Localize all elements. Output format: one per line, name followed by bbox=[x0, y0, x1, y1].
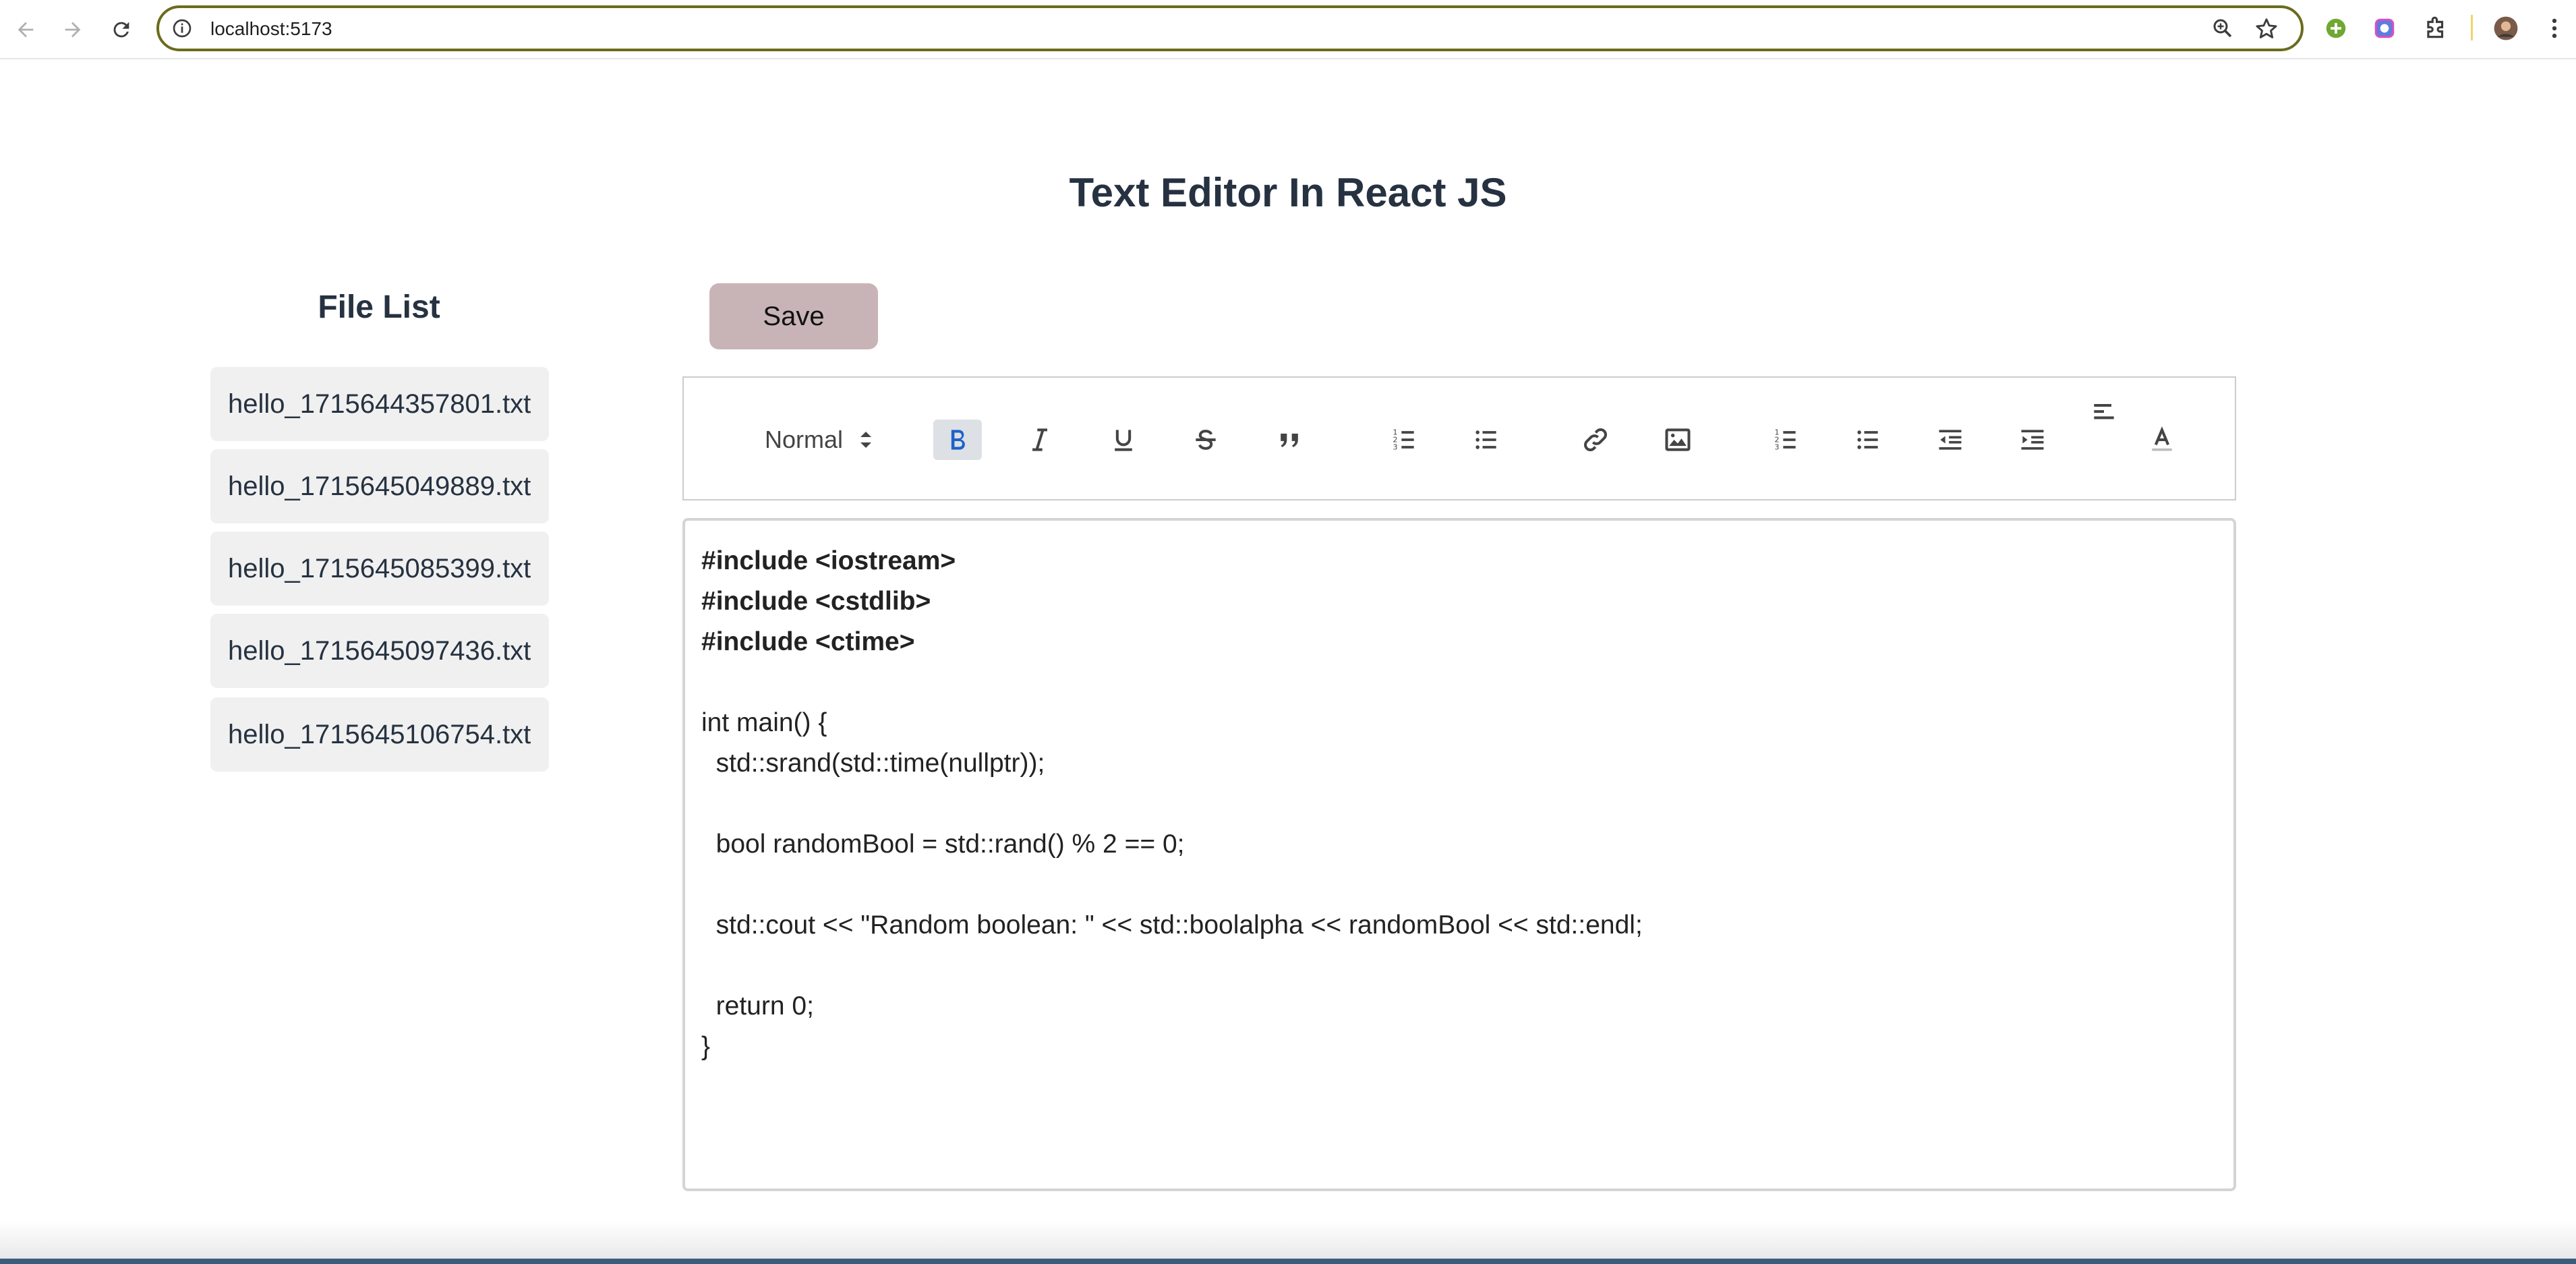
browser-toolbar: localhost:5173 bbox=[0, 0, 2576, 59]
editor-line: #include <iostream> bbox=[701, 546, 956, 575]
color-picker-icon bbox=[2374, 18, 2395, 38]
toolbar-divider bbox=[2471, 15, 2473, 40]
bullet-list-icon bbox=[1475, 430, 1496, 449]
underline-icon bbox=[1115, 430, 1132, 451]
text-color-icon bbox=[2152, 426, 2172, 451]
arrow-left-icon bbox=[18, 22, 34, 38]
ordered-list-button-2[interactable]: 123 bbox=[1761, 420, 1810, 460]
bullet-list-button[interactable] bbox=[1462, 420, 1511, 460]
file-list-item[interactable]: hello_1715644357801.txt bbox=[210, 367, 549, 441]
file-list-title: File List bbox=[318, 289, 440, 325]
italic-button[interactable] bbox=[1016, 420, 1064, 460]
profile-button[interactable] bbox=[2491, 13, 2521, 43]
link-icon bbox=[1584, 428, 1607, 451]
bullet-list-button-2[interactable] bbox=[1844, 420, 1892, 460]
svg-text:3: 3 bbox=[1775, 443, 1780, 452]
bookmark-star-icon[interactable] bbox=[2254, 16, 2279, 42]
bold-icon bbox=[951, 430, 965, 450]
arrow-right-icon bbox=[65, 22, 81, 38]
file-list-item[interactable]: hello_1715645097436.txt bbox=[210, 614, 549, 688]
editor-toolbar: Normal 123 123 bbox=[682, 376, 2236, 500]
text-color-button[interactable] bbox=[2138, 420, 2186, 460]
forward-button[interactable] bbox=[57, 13, 89, 46]
indent-increase-icon bbox=[2021, 430, 2044, 450]
zoom-icon[interactable] bbox=[2211, 16, 2235, 40]
align-left-icon bbox=[2094, 403, 2114, 420]
page-bottom-shadow bbox=[0, 1221, 2576, 1264]
url-text: localhost:5173 bbox=[210, 18, 332, 39]
avatar bbox=[2494, 16, 2518, 40]
reload-icon bbox=[113, 22, 129, 38]
ordered-list-button[interactable]: 123 bbox=[1380, 420, 1428, 460]
ordered-list-icon: 123 bbox=[1775, 428, 1796, 452]
save-button[interactable]: Save bbox=[709, 283, 878, 349]
strikethrough-icon bbox=[1196, 430, 1216, 450]
image-icon bbox=[1665, 428, 1691, 451]
blockquote-button[interactable] bbox=[1265, 420, 1314, 460]
plus-circle-icon bbox=[2326, 18, 2346, 38]
bullet-list-icon bbox=[1857, 430, 1878, 449]
header-select-value: Normal bbox=[765, 426, 844, 453]
file-list-item[interactable]: hello_1715645049889.txt bbox=[210, 449, 549, 523]
svg-text:3: 3 bbox=[1393, 443, 1398, 452]
reload-button[interactable] bbox=[105, 13, 138, 46]
puzzle-icon bbox=[2427, 16, 2444, 38]
underline-button[interactable] bbox=[1099, 420, 1148, 460]
address-bar[interactable]: localhost:5173 bbox=[156, 5, 2304, 51]
link-button[interactable] bbox=[1571, 420, 1620, 460]
header-select[interactable]: Normal bbox=[765, 420, 886, 460]
quote-icon bbox=[1281, 433, 1298, 447]
site-info-icon[interactable] bbox=[171, 18, 193, 39]
editor-line: #include <ctime> bbox=[701, 627, 915, 656]
ordered-list-icon: 123 bbox=[1393, 428, 1414, 452]
editor-line: std::cout << "Random boolean: " << std::… bbox=[701, 911, 1643, 940]
editor-content[interactable]: #include <iostream> #include <cstdlib> #in… bbox=[682, 518, 2236, 1191]
extension-add-button[interactable] bbox=[2321, 13, 2351, 43]
image-button[interactable] bbox=[1653, 420, 1702, 460]
file-list-item[interactable]: hello_1715645085399.txt bbox=[210, 532, 549, 606]
select-caret-icon bbox=[860, 432, 871, 448]
editor-line: bool randomBool = std::rand() % 2 == 0; bbox=[701, 830, 1185, 859]
browser-menu-button[interactable] bbox=[2540, 13, 2569, 43]
taskbar-strip bbox=[0, 1259, 2576, 1264]
extensions-button[interactable] bbox=[2421, 13, 2451, 43]
editor-line: } bbox=[701, 1032, 711, 1061]
editor-line: return 0; bbox=[701, 992, 814, 1021]
editor-line: std::srand(std::time(nullptr)); bbox=[701, 749, 1045, 778]
italic-icon bbox=[1032, 428, 1047, 451]
extension-color-button[interactable] bbox=[2370, 13, 2399, 43]
align-button[interactable] bbox=[2080, 393, 2128, 433]
strike-button[interactable] bbox=[1181, 420, 1230, 460]
editor-line: #include <cstdlib> bbox=[701, 587, 931, 616]
page-title: Text Editor In React JS bbox=[1069, 170, 1507, 215]
indent-increase-button[interactable] bbox=[2008, 420, 2057, 460]
more-vertical-icon bbox=[2552, 18, 2557, 38]
bold-button[interactable] bbox=[933, 420, 982, 460]
indent-decrease-icon bbox=[1939, 430, 1962, 450]
back-button[interactable] bbox=[9, 13, 42, 46]
file-list-item[interactable]: hello_1715645106754.txt bbox=[210, 697, 549, 772]
indent-decrease-button[interactable] bbox=[1926, 420, 1974, 460]
editor-line: int main() { bbox=[701, 708, 827, 737]
